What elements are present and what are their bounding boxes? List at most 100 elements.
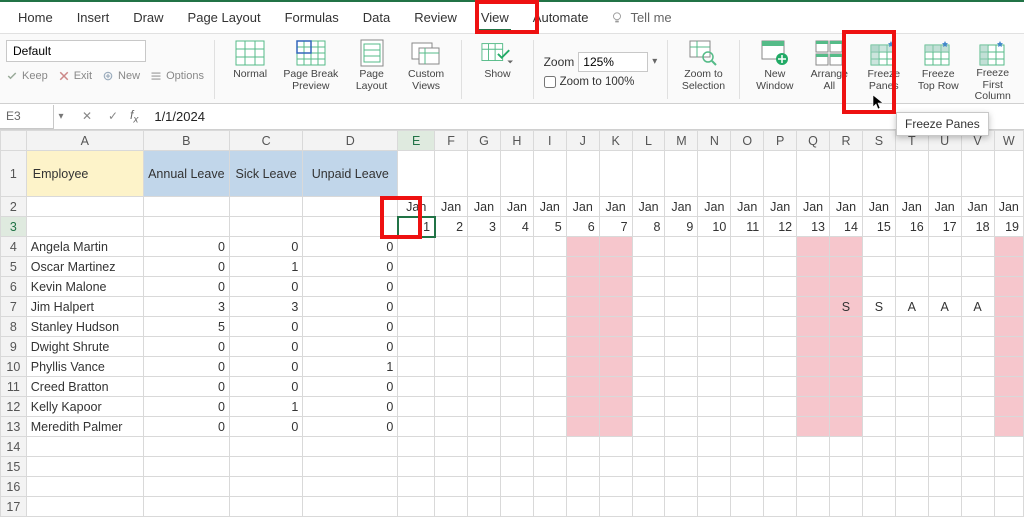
cell[interactable] bbox=[303, 437, 398, 457]
cell[interactable] bbox=[398, 477, 435, 497]
cell[interactable] bbox=[143, 437, 229, 457]
day-cell[interactable] bbox=[533, 317, 566, 337]
day-cell[interactable] bbox=[698, 257, 731, 277]
employee-name[interactable]: Angela Martin bbox=[26, 237, 143, 257]
cell[interactable] bbox=[830, 477, 863, 497]
day-3[interactable]: 3 bbox=[468, 217, 501, 237]
annual-val[interactable]: 0 bbox=[143, 337, 229, 357]
cell[interactable] bbox=[533, 437, 566, 457]
cell[interactable] bbox=[665, 151, 698, 197]
day-cell[interactable] bbox=[797, 237, 830, 257]
day-cell[interactable] bbox=[731, 317, 764, 337]
day-cell[interactable] bbox=[665, 377, 698, 397]
unpaid-val[interactable]: 0 bbox=[303, 237, 398, 257]
day-cell[interactable] bbox=[435, 257, 468, 277]
cell[interactable] bbox=[698, 477, 731, 497]
day-cell[interactable] bbox=[435, 417, 468, 437]
day-cell[interactable] bbox=[698, 337, 731, 357]
day-cell[interactable] bbox=[665, 417, 698, 437]
day-1[interactable]: 1 bbox=[398, 217, 435, 237]
cell[interactable] bbox=[764, 151, 797, 197]
day-cell[interactable] bbox=[764, 397, 797, 417]
day-cell[interactable] bbox=[862, 397, 895, 417]
cell[interactable] bbox=[731, 477, 764, 497]
day-cell[interactable] bbox=[566, 417, 599, 437]
day-cell[interactable] bbox=[830, 377, 863, 397]
day-cell[interactable] bbox=[632, 317, 665, 337]
day-cell[interactable] bbox=[500, 237, 533, 257]
day-cell[interactable] bbox=[665, 257, 698, 277]
day-cell[interactable] bbox=[830, 237, 863, 257]
cell[interactable] bbox=[468, 477, 501, 497]
tell-me-search[interactable]: Tell me bbox=[610, 10, 671, 25]
cell[interactable] bbox=[435, 151, 468, 197]
cell[interactable] bbox=[731, 437, 764, 457]
day-cell[interactable] bbox=[698, 377, 731, 397]
day-cell[interactable] bbox=[398, 257, 435, 277]
col-header-R[interactable]: R bbox=[830, 131, 863, 151]
cell[interactable] bbox=[143, 497, 229, 517]
annual-val[interactable]: 3 bbox=[143, 297, 229, 317]
freeze-first-col-button[interactable]: Freeze First Column bbox=[968, 36, 1018, 103]
cell[interactable] bbox=[566, 437, 599, 457]
day-cell[interactable] bbox=[862, 417, 895, 437]
day-cell[interactable] bbox=[599, 237, 632, 257]
col-header-M[interactable]: M bbox=[665, 131, 698, 151]
col-header-H[interactable]: H bbox=[500, 131, 533, 151]
cell[interactable] bbox=[665, 457, 698, 477]
day-cell[interactable] bbox=[500, 377, 533, 397]
cell[interactable] bbox=[928, 437, 961, 457]
day-cell[interactable] bbox=[665, 357, 698, 377]
day-cell[interactable] bbox=[862, 337, 895, 357]
col-header-W[interactable]: W bbox=[994, 131, 1023, 151]
annual-val[interactable]: 0 bbox=[143, 257, 229, 277]
day-cell[interactable] bbox=[830, 317, 863, 337]
day-cell[interactable] bbox=[468, 377, 501, 397]
cell[interactable] bbox=[533, 151, 566, 197]
menu-review[interactable]: Review bbox=[402, 4, 469, 31]
day-cell[interactable] bbox=[398, 237, 435, 257]
name-box[interactable] bbox=[0, 105, 54, 129]
cell[interactable] bbox=[533, 477, 566, 497]
day-16[interactable]: 16 bbox=[895, 217, 928, 237]
unpaid-val[interactable]: 0 bbox=[303, 377, 398, 397]
day-cell[interactable] bbox=[566, 397, 599, 417]
day-cell[interactable] bbox=[928, 377, 961, 397]
day-cell[interactable] bbox=[994, 397, 1023, 417]
cell[interactable] bbox=[797, 477, 830, 497]
cell[interactable] bbox=[599, 477, 632, 497]
cell[interactable] bbox=[895, 477, 928, 497]
day-cell[interactable] bbox=[398, 317, 435, 337]
day-cell[interactable] bbox=[830, 277, 863, 297]
menu-view[interactable]: View bbox=[469, 4, 521, 31]
cell[interactable] bbox=[398, 497, 435, 517]
day-cell[interactable] bbox=[961, 417, 994, 437]
cell[interactable] bbox=[533, 457, 566, 477]
day-cell[interactable] bbox=[994, 257, 1023, 277]
annual-val[interactable]: 0 bbox=[143, 237, 229, 257]
row-header-16[interactable]: 16 bbox=[1, 477, 27, 497]
day-cell[interactable] bbox=[731, 377, 764, 397]
day-cell[interactable] bbox=[533, 417, 566, 437]
sick-val[interactable]: 0 bbox=[229, 417, 302, 437]
day-7[interactable]: 7 bbox=[599, 217, 632, 237]
unpaid-val[interactable]: 0 bbox=[303, 277, 398, 297]
cell[interactable] bbox=[398, 457, 435, 477]
cell[interactable] bbox=[435, 457, 468, 477]
col-header-O[interactable]: O bbox=[731, 131, 764, 151]
day-5[interactable]: 5 bbox=[533, 217, 566, 237]
day-cell[interactable] bbox=[797, 257, 830, 277]
employee-name[interactable]: Kelly Kapoor bbox=[26, 397, 143, 417]
cell[interactable] bbox=[26, 477, 143, 497]
day-cell[interactable] bbox=[500, 337, 533, 357]
day-cell[interactable] bbox=[797, 317, 830, 337]
cell[interactable] bbox=[435, 477, 468, 497]
cell[interactable] bbox=[797, 437, 830, 457]
day-2[interactable]: 2 bbox=[435, 217, 468, 237]
col-header-F[interactable]: F bbox=[435, 131, 468, 151]
day-cell[interactable] bbox=[830, 417, 863, 437]
employee-name[interactable]: Phyllis Vance bbox=[26, 357, 143, 377]
day-cell[interactable] bbox=[632, 417, 665, 437]
freeze-panes-button[interactable]: Freeze Panes bbox=[859, 36, 909, 103]
unpaid-val[interactable]: 0 bbox=[303, 397, 398, 417]
